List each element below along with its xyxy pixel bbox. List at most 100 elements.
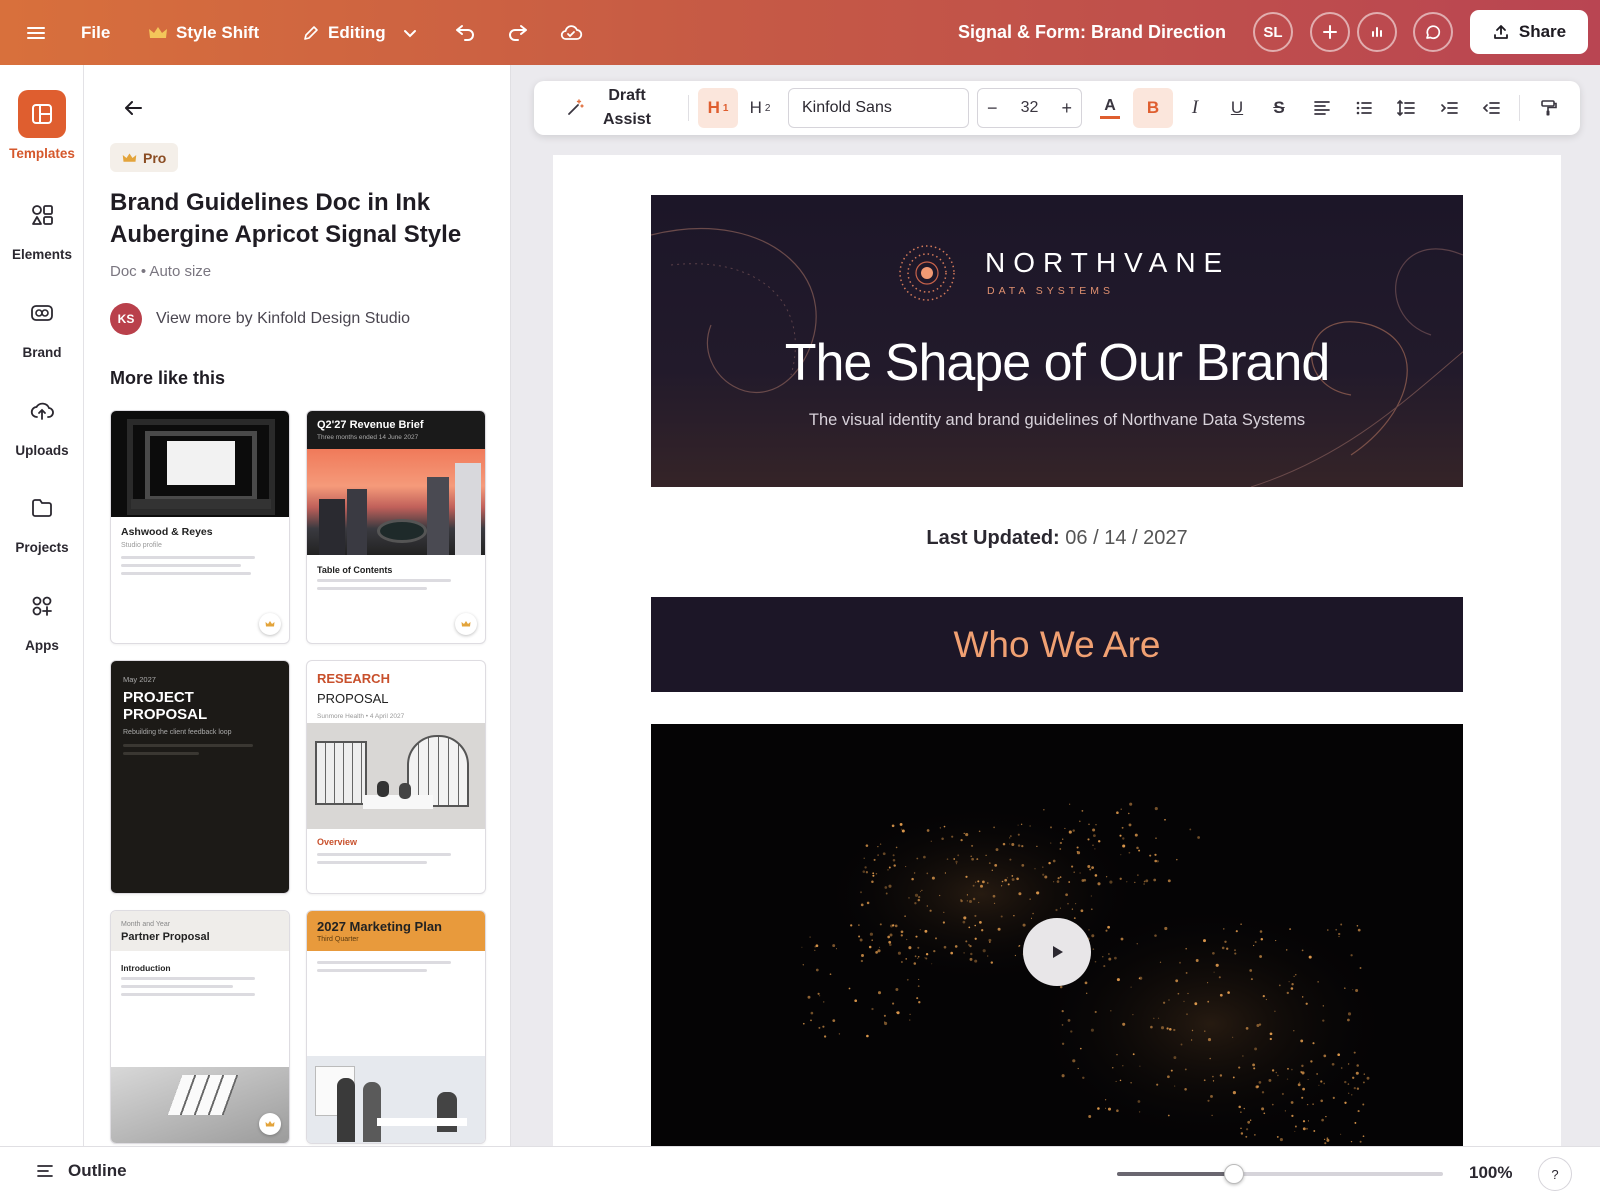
style-shift-button[interactable]: Style Shift (148, 0, 259, 65)
city-light-dot (995, 848, 999, 852)
italic-button[interactable]: I (1175, 88, 1215, 128)
card-title: PROJECT PROPOSAL (123, 689, 208, 723)
city-light-dot (1120, 808, 1122, 810)
city-light-dot (1157, 1017, 1160, 1019)
city-light-dot (873, 858, 876, 861)
draft-assist-button[interactable]: Draft Assist (544, 81, 674, 135)
template-card[interactable]: RESEARCH PROPOSAL Sunmore Health • 4 Apr… (306, 660, 486, 894)
zoom-slider-handle[interactable] (1224, 1164, 1245, 1184)
share-button[interactable]: Share (1470, 10, 1588, 54)
rail-elements[interactable]: Elements (0, 191, 84, 262)
outline-button[interactable]: Outline (36, 1161, 127, 1181)
user-avatar[interactable]: SL (1253, 12, 1293, 52)
city-light-dot (1104, 1099, 1107, 1101)
back-button[interactable] (118, 93, 148, 123)
city-light-dot (1021, 864, 1025, 867)
city-light-dot (1052, 859, 1056, 863)
city-light-dot (1132, 1014, 1134, 1016)
city-light-dot (1285, 949, 1288, 951)
bullet-list-button[interactable] (1344, 88, 1384, 128)
hero-subtitle[interactable]: The visual identity and brand guidelines… (651, 411, 1463, 430)
last-updated[interactable]: Last Updated: 06 / 14 / 2027 (553, 527, 1561, 550)
author-link[interactable]: KS View more by Kinfold Design Studio (110, 303, 410, 335)
city-light-dot (1138, 1111, 1141, 1113)
city-light-dot (1240, 923, 1242, 925)
city-light-dot (838, 1033, 841, 1035)
rail-apps[interactable]: Apps (0, 582, 84, 653)
rail-brand[interactable]: Brand (0, 289, 84, 360)
city-light-dot (1084, 981, 1088, 985)
template-card[interactable]: Ashwood & Reyes Studio profile (110, 410, 290, 644)
city-light-dot (914, 902, 917, 905)
strikethrough-button[interactable]: S (1259, 88, 1299, 128)
help-label: ? (1551, 1166, 1559, 1182)
template-card[interactable]: Month and Year Partner Proposal Introduc… (110, 910, 290, 1144)
underline-button[interactable]: U (1217, 88, 1257, 128)
rail-templates[interactable]: Templates (0, 90, 84, 161)
undo-button[interactable] (453, 0, 477, 65)
hero-title[interactable]: The Shape of Our Brand (651, 333, 1463, 393)
template-card[interactable]: 2027 Marketing Plan Third Quarter (306, 910, 486, 1144)
city-light-dot (854, 999, 858, 1003)
section-heading[interactable]: Who We Are (651, 597, 1463, 692)
help-button[interactable]: ? (1538, 1157, 1572, 1191)
menu-button[interactable] (24, 0, 48, 65)
template-card[interactable]: Q2'27 Revenue Brief Three months ended 1… (306, 410, 486, 644)
font-size-decrease-button[interactable]: − (987, 98, 998, 119)
insights-button[interactable] (1357, 12, 1397, 52)
add-collaborator-button[interactable] (1310, 12, 1350, 52)
city-light-dot (1286, 1078, 1289, 1080)
heading-1-button[interactable]: H1 (698, 88, 738, 128)
city-light-dot (981, 929, 984, 932)
more-like-this-heading: More like this (110, 368, 226, 388)
city-light-dot (1350, 954, 1353, 957)
city-light-dot (919, 891, 922, 893)
comments-button[interactable] (1413, 12, 1453, 52)
line-spacing-button[interactable] (1386, 88, 1426, 128)
city-light-dot (1357, 1110, 1360, 1113)
city-light-dot (1130, 986, 1132, 988)
rail-uploads[interactable]: Uploads (0, 387, 84, 458)
outdent-button[interactable] (1471, 88, 1511, 128)
text-color-button[interactable]: A (1090, 88, 1130, 128)
card-title: Ashwood & Reyes (121, 526, 213, 538)
align-button[interactable] (1302, 88, 1342, 128)
city-light-dot (1337, 1053, 1341, 1057)
city-light-dot (1323, 1138, 1326, 1141)
cloud-save-button[interactable] (559, 0, 583, 65)
city-light-dot (974, 959, 978, 963)
city-light-dot (1324, 1142, 1327, 1145)
font-family-select[interactable]: Kinfold Sans (788, 88, 969, 128)
city-light-dot (975, 881, 977, 883)
draft-assist-label: Draft Assist (602, 87, 652, 128)
video-embed[interactable] (651, 724, 1463, 1146)
city-light-dot (1340, 1067, 1343, 1069)
top-bar: File Style Shift Editing Signal & Form: … (0, 0, 1600, 65)
editing-mode-dropdown[interactable]: Editing (302, 0, 418, 65)
city-light-dot (1191, 1029, 1194, 1032)
rail-projects[interactable]: Projects (0, 484, 84, 555)
file-menu[interactable]: File (81, 0, 110, 65)
city-light-dot (994, 864, 998, 867)
indent-button[interactable] (1429, 88, 1469, 128)
format-painter-button[interactable] (1529, 88, 1569, 128)
play-button[interactable] (1023, 918, 1091, 986)
card-section: Table of Contents (317, 565, 393, 575)
document-title[interactable]: Signal & Form: Brand Direction (958, 0, 1226, 65)
bold-button[interactable]: B (1133, 88, 1173, 128)
city-light-dot (1316, 1073, 1318, 1075)
city-light-dot (1092, 834, 1096, 838)
zoom-slider[interactable] (1117, 1164, 1443, 1184)
font-size-increase-button[interactable]: + (1061, 98, 1072, 119)
template-card[interactable]: May 2027 PROJECT PROPOSAL Rebuilding the… (110, 660, 290, 894)
city-light-dot (1030, 917, 1033, 919)
city-light-dot (1080, 909, 1084, 913)
redo-button[interactable] (506, 0, 530, 65)
zoom-level[interactable]: 100% (1469, 1163, 1512, 1183)
hero-banner[interactable]: NORTHVANE DATA SYSTEMS The Shape of Our … (651, 195, 1463, 487)
document-page[interactable]: NORTHVANE DATA SYSTEMS The Shape of Our … (553, 155, 1561, 1146)
heading-2-button[interactable]: H2 (740, 88, 780, 128)
city-light-dot (871, 939, 873, 941)
font-size-value[interactable]: 32 (1021, 99, 1039, 117)
city-light-dot (1139, 1065, 1141, 1067)
